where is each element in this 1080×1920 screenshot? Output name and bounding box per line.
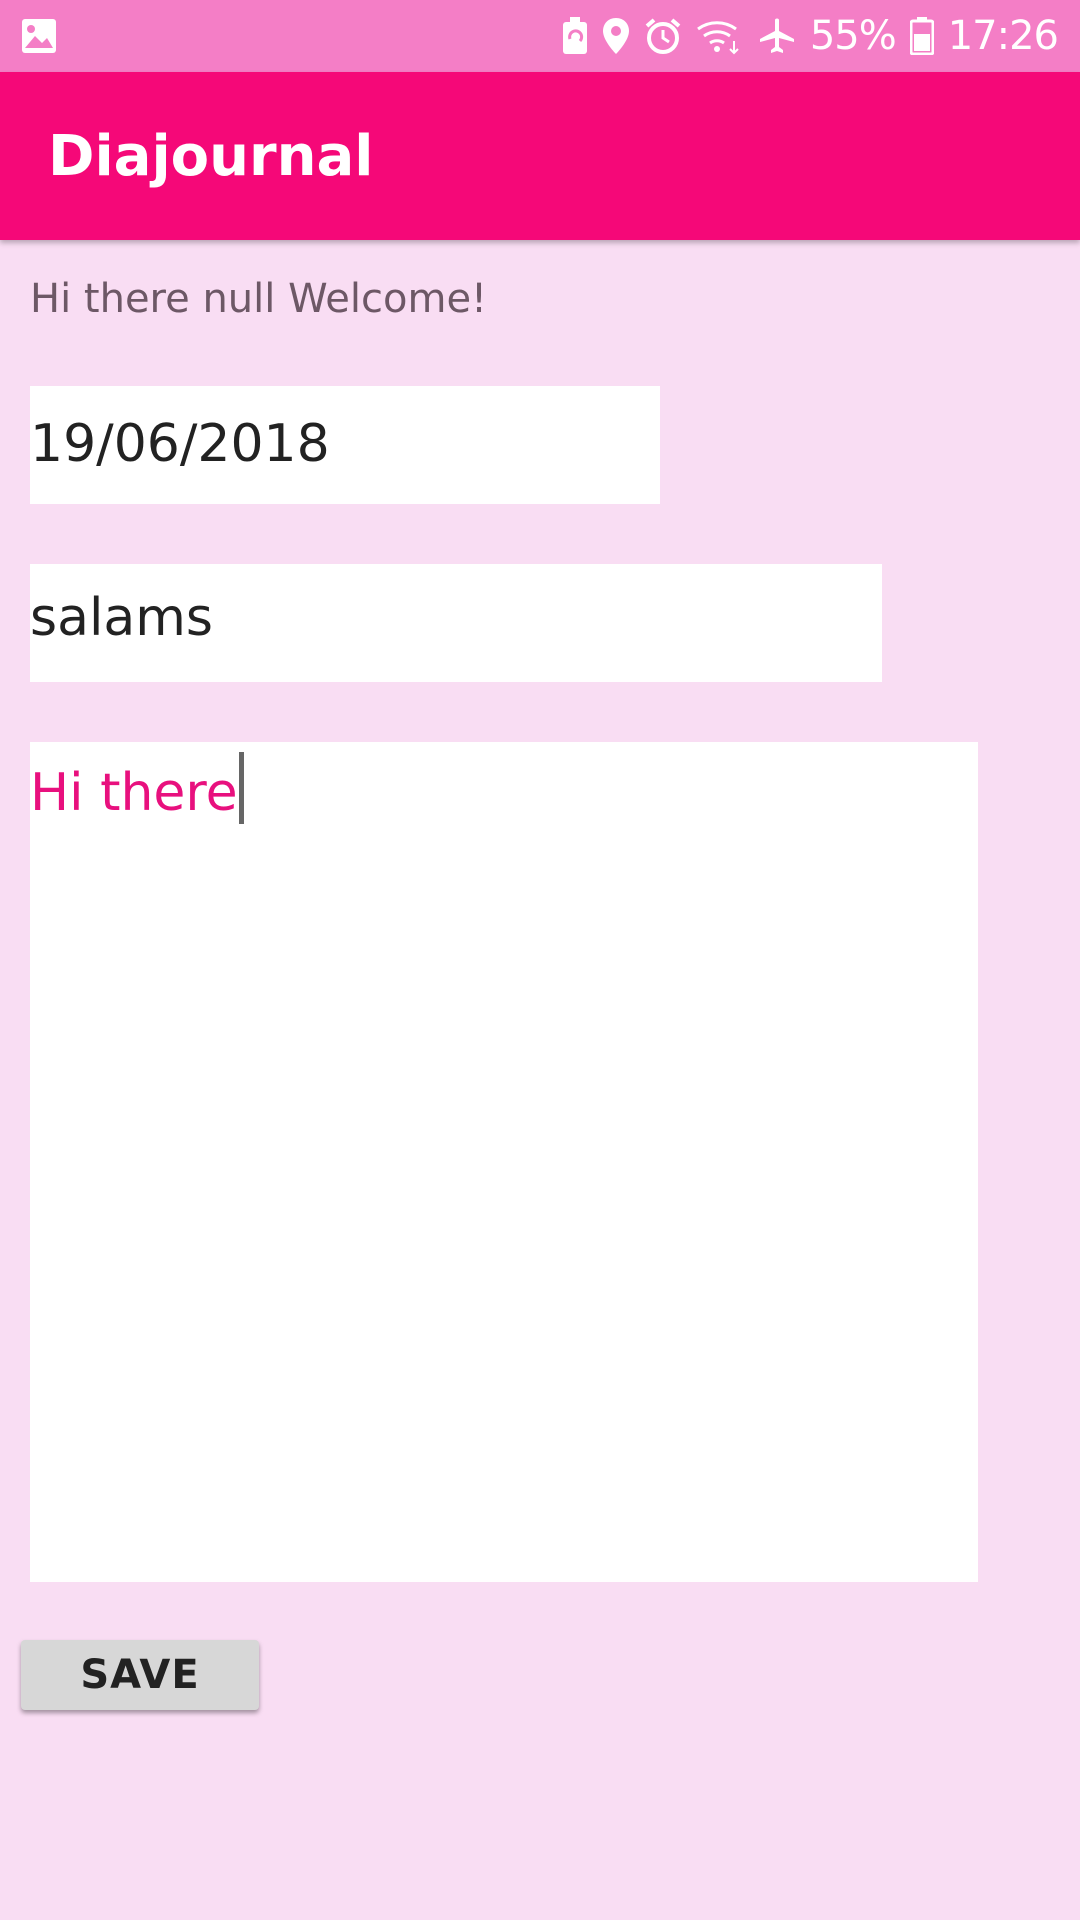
save-button[interactable]: SAVE (21, 1640, 259, 1710)
welcome-text: Hi there null Welcome! (30, 276, 488, 322)
journal-body-field[interactable]: Hi there (30, 742, 978, 1582)
location-icon (602, 17, 630, 55)
date-field-value: 19/06/2018 (30, 414, 330, 474)
date-field[interactable]: 19/06/2018 (30, 386, 660, 504)
app-title: Diajournal (48, 123, 374, 189)
title-field[interactable]: salams (30, 564, 882, 682)
battery-percent: 55% (809, 13, 897, 59)
status-bar: 55% 17:26 (0, 0, 1080, 72)
wifi-icon (696, 17, 744, 55)
battery-saver-icon (562, 17, 588, 55)
battery-icon (909, 17, 934, 55)
text-cursor (238, 752, 244, 824)
title-field-value: salams (30, 588, 214, 648)
image-icon (20, 17, 58, 55)
status-time: 17:26 (947, 13, 1059, 59)
alarm-icon (644, 17, 682, 55)
airplane-icon (758, 17, 796, 55)
app-bar: Diajournal (0, 72, 1080, 240)
journal-body-value: Hi there (30, 763, 238, 823)
